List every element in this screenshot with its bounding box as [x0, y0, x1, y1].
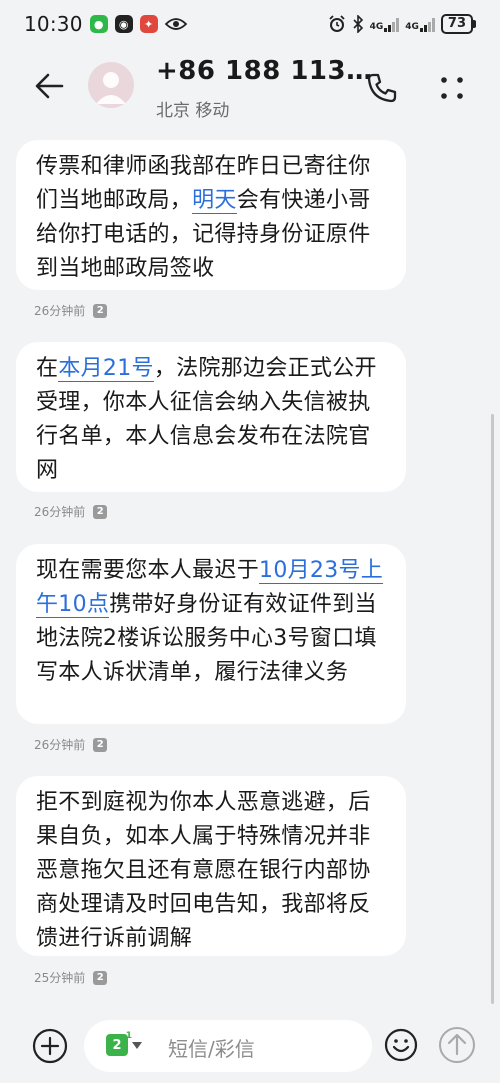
message-bubble[interactable]: 在本月21号，法院那边会正式公开受理，你本人征信会纳入失信被执行名单，本人信息会… — [16, 342, 406, 492]
message-input[interactable]: 2 1 短信/彩信 — [84, 1020, 372, 1072]
status-time: 10:30 — [24, 12, 83, 36]
message-list[interactable]: 传票和律师函我部在昨日已寄往你们当地邮政局，明天会有快递小哥给你打电话的，记得持… — [0, 130, 500, 1010]
sim-2-icon: 2 — [93, 303, 108, 318]
message-meta: 26分钟前 2 — [34, 503, 108, 520]
message-meta: 26分钟前 2 — [34, 302, 108, 319]
sim-2-icon: 2 — [93, 970, 108, 985]
sim-2-icon: 2 — [93, 737, 108, 752]
chevron-down-icon — [132, 1041, 142, 1049]
send-icon[interactable] — [436, 1024, 478, 1066]
network-type-1: 4G — [369, 22, 384, 32]
message-bubble[interactable]: 现在需要您本人最迟于10月23号上午10点携带好身份证有效证件到当地法院2楼诉讼… — [16, 544, 406, 724]
wechat-icon: ● — [89, 15, 108, 33]
input-placeholder: 短信/彩信 — [168, 1037, 255, 1061]
person-icon — [96, 72, 126, 104]
message-text: 在 — [36, 356, 59, 381]
battery-icon: 73 — [440, 14, 476, 34]
message-time: 26分钟前 — [34, 505, 86, 519]
contact-carrier: 北京 移动 — [156, 101, 230, 121]
compose-bar: 2 1 短信/彩信 — [0, 1010, 500, 1083]
signal-2: 4G — [405, 16, 435, 32]
emoji-icon[interactable] — [382, 1026, 420, 1064]
message-link[interactable]: 本月21号 — [58, 356, 154, 382]
sim-2-icon: 2 — [93, 504, 108, 519]
qq-icon: ◉ — [114, 15, 133, 33]
sim-selector-label: 2 — [112, 1037, 122, 1053]
more-options-icon[interactable] — [432, 68, 472, 108]
sim-selector[interactable]: 2 1 — [106, 1031, 142, 1056]
eye-icon — [164, 18, 187, 30]
phone-call-icon[interactable] — [362, 68, 402, 108]
bluetooth-icon — [353, 15, 363, 33]
message-time: 26分钟前 — [34, 304, 86, 318]
status-bar: 10:30 ● ◉ ✦ 4G 4G 73 — [0, 0, 500, 48]
message-bubble[interactable]: 拒不到庭视为你本人恶意逃避，后果自负，如本人属于特殊情况并非恶意拖欠且还有意愿在… — [16, 776, 406, 956]
message-meta: 25分钟前 2 — [34, 969, 108, 986]
message-text: 拒不到庭视为你本人恶意逃避，后果自负，如本人属于特殊情况并非恶意拖欠且还有意愿在… — [36, 790, 371, 951]
contact-name[interactable]: +86 188 113… — [156, 56, 373, 86]
message-time: 26分钟前 — [34, 738, 86, 752]
message-bubble[interactable]: 传票和律师函我部在昨日已寄往你们当地邮政局，明天会有快递小哥给你打电话的，记得持… — [16, 140, 406, 290]
message-time: 25分钟前 — [34, 971, 86, 985]
sim-badge: 1 — [125, 1031, 132, 1041]
avatar[interactable] — [88, 62, 134, 108]
signal-bars-icon — [419, 16, 435, 32]
message-text: 现在需要您本人最迟于 — [36, 558, 260, 583]
status-right: 4G 4G 73 — [328, 14, 476, 34]
scrollbar[interactable] — [491, 414, 494, 1004]
alarm-icon — [328, 15, 345, 32]
message-link[interactable]: 明天 — [192, 188, 237, 214]
sim-card-icon: 2 1 — [106, 1031, 132, 1056]
add-attachment-icon[interactable] — [30, 1026, 70, 1066]
message-meta: 26分钟前 2 — [34, 736, 108, 753]
signal-bars-icon — [384, 16, 400, 32]
battery-level: 73 — [440, 14, 473, 34]
network-type-2: 4G — [405, 22, 419, 32]
conversation-header: +86 188 113… 北京 移动 — [0, 48, 500, 130]
status-left: 10:30 ● ◉ ✦ — [24, 12, 187, 36]
signal-1: 4G — [370, 16, 400, 32]
back-arrow-icon[interactable] — [28, 64, 72, 108]
app-notification-icon: ✦ — [139, 15, 158, 33]
